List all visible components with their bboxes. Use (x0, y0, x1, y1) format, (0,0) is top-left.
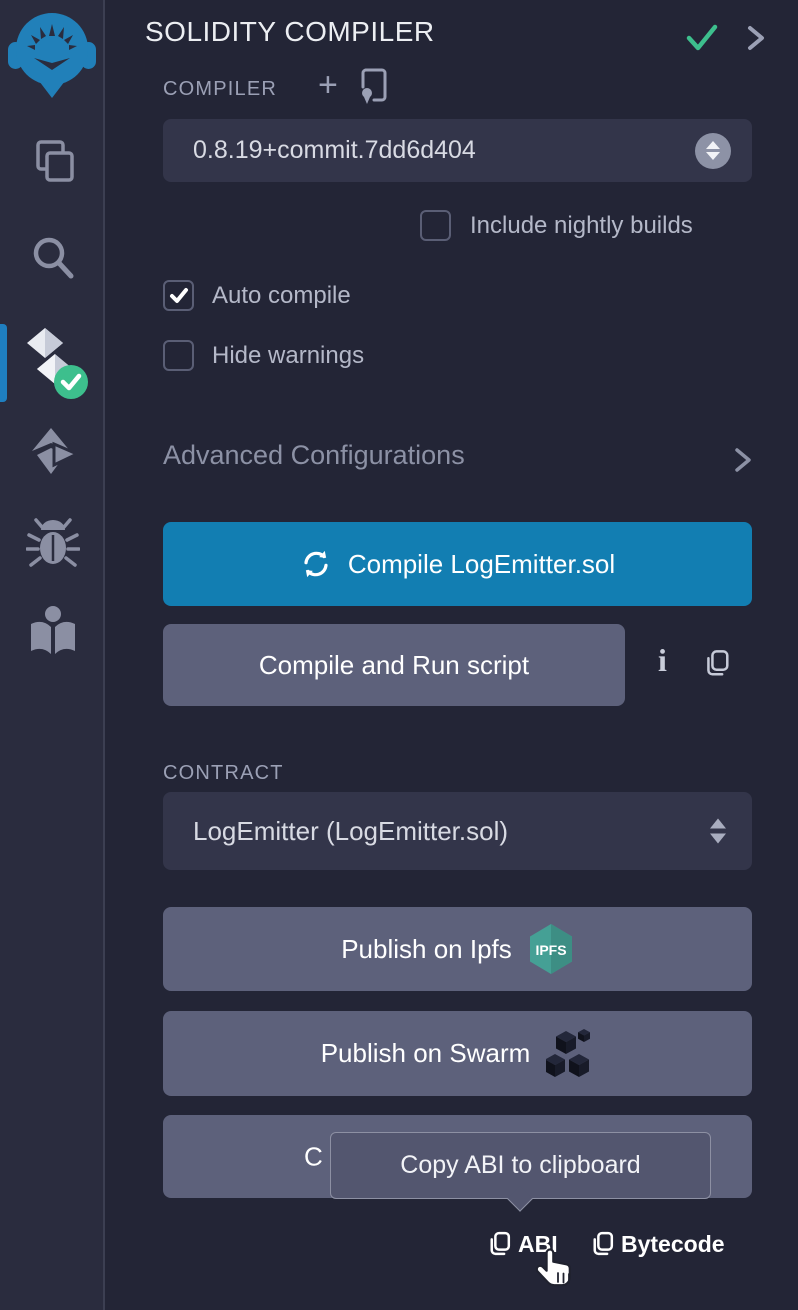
copy-bytecode-button[interactable]: Bytecode (621, 1229, 725, 1259)
sidebar-item-file-explorer[interactable] (0, 134, 105, 188)
publish-ipfs-label: Publish on Ipfs (341, 934, 512, 965)
search-icon (26, 232, 80, 286)
check-icon (169, 287, 189, 305)
sidebar-item-debugger[interactable] (0, 516, 105, 572)
copy-script-icon[interactable] (702, 648, 732, 685)
contract-select-arrows-icon (710, 819, 726, 844)
advanced-chevron-right-icon[interactable] (730, 444, 756, 481)
files-icon (26, 134, 80, 188)
success-badge-icon (54, 365, 88, 399)
hand-cursor-icon (534, 1246, 580, 1303)
contract-section-label: CONTRACT (163, 762, 284, 785)
tooltip-text: Copy ABI to clipboard (400, 1151, 640, 1180)
compiler-section-label: COMPILER (163, 78, 277, 101)
solidity-compiler-panel: SOLIDITY COMPILER COMPILER + 0.8.19+comm… (0, 0, 798, 1310)
publish-swarm-label: Publish on Swarm (321, 1038, 531, 1069)
publish-on-swarm-button[interactable]: Publish on Swarm (163, 1011, 752, 1096)
select-updown-icon (695, 133, 731, 169)
page-title: SOLIDITY COMPILER (145, 16, 435, 48)
nightly-builds-checkbox[interactable] (420, 210, 451, 241)
remix-logo-icon[interactable] (6, 6, 98, 113)
sidebar-item-solidity-compiler[interactable] (0, 326, 105, 402)
svg-text:IPFS: IPFS (535, 942, 566, 958)
auto-compile-label: Auto compile (212, 280, 351, 311)
solidity-compiler-icon (15, 326, 91, 402)
sidebar-item-search[interactable] (0, 232, 105, 286)
bug-icon (26, 516, 80, 572)
copy-abi-icon[interactable] (486, 1230, 513, 1264)
publish-on-ipfs-button[interactable]: Publish on Ipfs IPFS (163, 907, 752, 991)
compile-and-run-button[interactable]: Compile and Run script (163, 624, 625, 706)
compiler-version-select[interactable]: 0.8.19+commit.7dd6d404 (163, 119, 752, 182)
ipfs-logo-icon: IPFS (528, 923, 574, 975)
book-reader-icon (26, 604, 80, 660)
compile-and-run-label: Compile and Run script (259, 650, 529, 681)
hide-warnings-label: Hide warnings (212, 340, 364, 371)
info-icon[interactable]: i (658, 642, 667, 679)
icon-sidebar (0, 0, 105, 1310)
compiler-version-value: 0.8.19+commit.7dd6d404 (163, 136, 476, 165)
copy-bytecode-icon[interactable] (589, 1230, 616, 1264)
compile-button[interactable]: Compile LogEmitter.sol (163, 522, 752, 606)
sidebar-item-deploy-and-run[interactable] (0, 424, 105, 480)
refresh-icon (300, 548, 332, 580)
advanced-configurations-toggle[interactable]: Advanced Configurations (163, 440, 465, 471)
panel-chevron-right-icon[interactable] (742, 20, 770, 61)
compile-button-label: Compile LogEmitter.sol (348, 549, 615, 580)
nightly-builds-label: Include nightly builds (470, 210, 693, 241)
sidebar-item-learneth[interactable] (0, 604, 105, 660)
contract-select-value: LogEmitter (LogEmitter.sol) (163, 816, 508, 847)
swarm-logo-icon (546, 1027, 594, 1081)
deploy-run-icon (25, 424, 81, 480)
open-license-file-icon[interactable] (358, 66, 394, 111)
auto-compile-checkbox[interactable] (163, 280, 194, 311)
tooltip-arrow (507, 1186, 532, 1211)
copy-abi-tooltip: Copy ABI to clipboard (330, 1132, 711, 1199)
hide-warnings-checkbox[interactable] (163, 340, 194, 371)
compilation-details-visible-label: C (304, 1141, 323, 1172)
add-compiler-icon[interactable]: + (318, 68, 338, 102)
contract-select[interactable]: LogEmitter (LogEmitter.sol) (163, 792, 752, 870)
compile-success-check-icon (683, 20, 721, 61)
